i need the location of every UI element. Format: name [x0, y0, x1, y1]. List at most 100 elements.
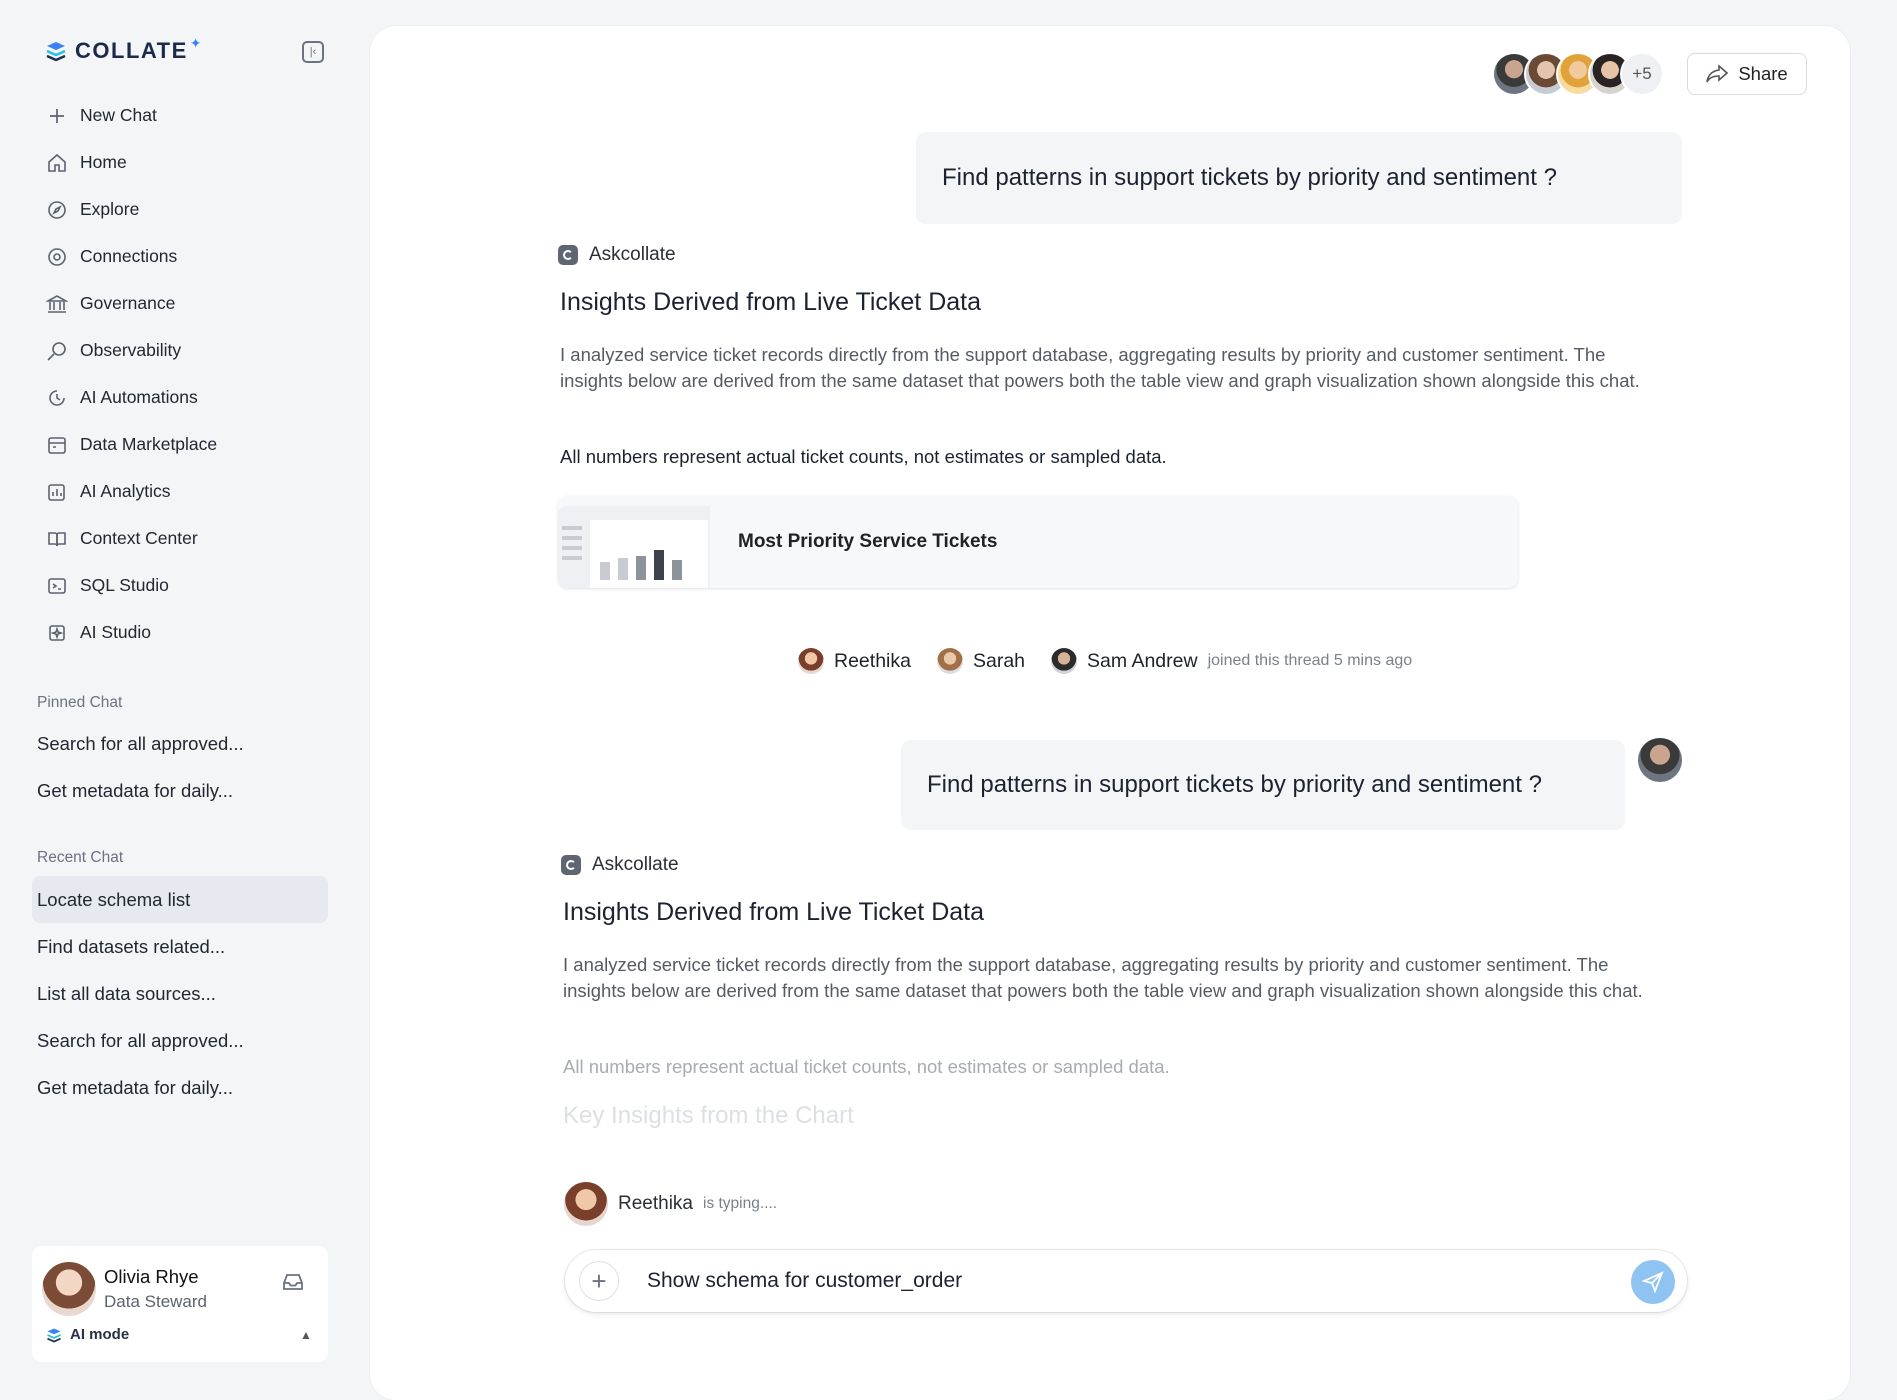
connections-icon: [46, 246, 68, 268]
ai-mode-label: AI mode: [70, 1326, 130, 1343]
sidebar-item-label: AI Studio: [80, 622, 152, 642]
thumbnail-line: [562, 546, 582, 550]
recent-chat-item[interactable]: Find datasets related...: [32, 923, 328, 970]
user-card[interactable]: Olivia Rhye Data Steward AI mode ▲: [32, 1246, 328, 1362]
sidebar-item-ai-analytics[interactable]: AI Analytics: [36, 468, 332, 515]
sidebar-item-context-center[interactable]: Context Center: [36, 515, 332, 562]
ai-studio-icon: [46, 622, 68, 644]
home-icon: [46, 152, 68, 174]
logo-text: COLLATE: [75, 38, 188, 63]
thumbnail-bar: [636, 556, 646, 580]
message-input[interactable]: [647, 1263, 1547, 1299]
send-button[interactable]: [1631, 1260, 1675, 1304]
book-icon: [46, 528, 68, 550]
answer-note: All numbers represent actual ticket coun…: [560, 446, 1167, 467]
recent-chat-item[interactable]: Search for all approved...: [32, 1017, 328, 1064]
thumbnail-bar: [600, 562, 610, 580]
attach-plus-icon[interactable]: +: [579, 1261, 619, 1301]
recent-chat-item[interactable]: List all data sources...: [32, 970, 328, 1017]
sidebar-item-label: Context Center: [80, 528, 198, 548]
sidebar: COLLATE ✦ |‹ New Chat Home Explore Connecti…: [0, 0, 360, 1400]
chart-thumbnail: [558, 506, 710, 588]
sidebar-item-label: Data Marketplace: [80, 434, 218, 454]
user-role: Data Steward: [104, 1292, 207, 1311]
sidebar-item-sql-studio[interactable]: SQL Studio: [36, 562, 332, 609]
sidebar-item-explore[interactable]: Explore: [36, 186, 332, 233]
recent-chat-item[interactable]: Locate schema list: [32, 876, 328, 923]
sidebar-item-label: AI Analytics: [80, 481, 171, 501]
avatar: [1638, 738, 1682, 782]
answer-body: I analyzed service ticket records direct…: [563, 954, 1643, 1001]
recent-chat-list: Locate schema list Find datasets related.…: [32, 876, 328, 1111]
search-chart-icon: [46, 340, 68, 362]
bot-name: Askcollate: [589, 244, 676, 265]
sidebar-item-new-chat[interactable]: New Chat: [36, 92, 332, 139]
sidebar-item-label: Explore: [80, 199, 140, 219]
chart-attachment-card[interactable]: Most Priority Service Tickets: [558, 496, 1518, 588]
bot-label: Askcollate: [561, 854, 679, 876]
answer-note: All numbers represent actual ticket coun…: [563, 1056, 1170, 1077]
thumbnail-line: [562, 526, 582, 530]
send-icon: [1642, 1271, 1664, 1293]
logo-layers-icon: [46, 42, 66, 61]
recent-chat-item[interactable]: Get metadata for daily...: [32, 1064, 328, 1111]
bot-name: Askcollate: [592, 854, 679, 875]
analytics-icon: [46, 481, 68, 503]
pinned-chat-item[interactable]: Get metadata for daily...: [32, 767, 328, 814]
sparkle-icon: ✦: [189, 34, 202, 51]
thumbnail-bar: [654, 550, 664, 580]
typing-text: is typing....: [703, 1195, 778, 1212]
pinned-chat-item[interactable]: Search for all approved...: [32, 720, 328, 767]
joined-text: joined this thread 5 mins ago: [1207, 652, 1413, 669]
sidebar-item-label: AI Automations: [80, 387, 198, 407]
thumbnail-chart: [590, 520, 708, 588]
sidebar-item-ai-automations[interactable]: AI Automations: [36, 374, 332, 421]
chart-card-title: Most Priority Service Tickets: [738, 531, 998, 552]
sidebar-item-governance[interactable]: Governance: [36, 280, 332, 327]
ai-mode-toggle[interactable]: AI mode: [46, 1326, 129, 1343]
avatar: [42, 1262, 96, 1316]
avatar: [798, 648, 824, 674]
sidebar-item-observability[interactable]: Observability: [36, 327, 332, 374]
sidebar-item-label: Connections: [80, 246, 178, 266]
sidebar-item-connections[interactable]: Connections: [36, 233, 332, 280]
sidebar-item-home[interactable]: Home: [36, 139, 332, 186]
answer-title: Insights Derived from Live Ticket Data: [563, 898, 984, 926]
sidebar-item-label: SQL Studio: [80, 575, 169, 595]
sidebar-item-ai-studio[interactable]: AI Studio: [36, 609, 332, 656]
compass-icon: [46, 199, 68, 221]
sidebar-nav: New Chat Home Explore Connections Governance…: [36, 92, 332, 656]
sidebar-item-label: Governance: [80, 293, 176, 313]
joined-user: Sarah: [972, 649, 1026, 672]
logo[interactable]: COLLATE ✦: [45, 34, 207, 64]
avatar: [1051, 648, 1078, 674]
sidebar-item-label: New Chat: [80, 105, 157, 125]
joined-user: Reethika: [834, 649, 911, 672]
chevron-up-icon[interactable]: ▲: [300, 1328, 312, 1342]
thumbnail-line: [562, 556, 582, 560]
askcollate-icon: [561, 855, 581, 875]
thumbnail-bar: [618, 558, 628, 580]
share-button[interactable]: Share: [1687, 53, 1807, 95]
thumbnail-line: [562, 536, 582, 540]
inbox-icon[interactable]: [282, 1272, 304, 1292]
joined-notice: Reethika Sarah Sam Andrew joined this th…: [798, 648, 1412, 674]
typing-indicator: Reethika is typing....: [564, 1182, 777, 1226]
askcollate-icon: [558, 245, 578, 265]
bot-label: Askcollate: [558, 244, 676, 266]
collaborator-avatars[interactable]: +5: [1492, 52, 1664, 96]
sidebar-item-data-marketplace[interactable]: Data Marketplace: [36, 421, 332, 468]
avatar: [564, 1182, 608, 1226]
pinned-chat-heading: Pinned Chat: [37, 694, 123, 711]
share-icon: [1706, 64, 1729, 83]
typing-user: Reethika: [618, 1193, 693, 1214]
answer-body: I analyzed service ticket records direct…: [560, 344, 1640, 391]
share-label: Share: [1738, 63, 1788, 84]
sidebar-item-label: Observability: [80, 340, 182, 360]
collapse-sidebar-icon[interactable]: |‹: [302, 41, 324, 63]
answer-title: Insights Derived from Live Ticket Data: [560, 288, 981, 316]
avatar: [936, 648, 963, 674]
thumbnail-bar: [672, 560, 682, 580]
key-insights-title: Key Insights from the Chart: [563, 1102, 854, 1129]
store-icon: [46, 434, 68, 456]
